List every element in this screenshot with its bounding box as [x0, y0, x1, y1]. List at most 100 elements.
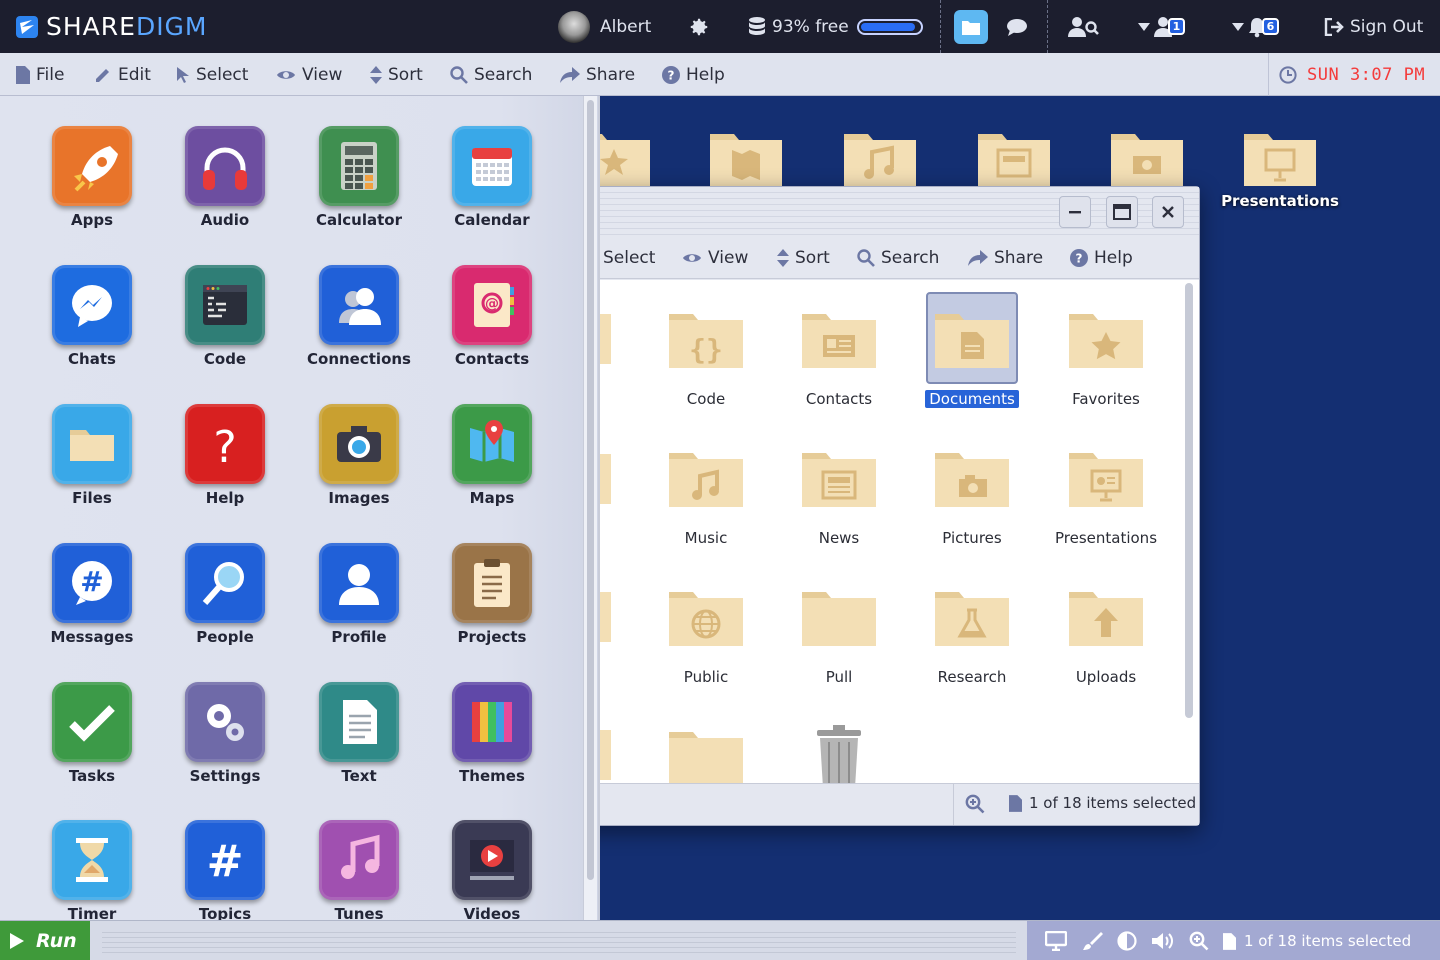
menu-sort[interactable]: Sort	[370, 53, 423, 96]
chat-button[interactable]	[1006, 0, 1028, 53]
app-apps[interactable]: Apps	[25, 126, 159, 229]
app-label: Audio	[200, 211, 250, 229]
menu-search[interactable]: Search	[450, 53, 532, 96]
vertical-scrollbar[interactable]	[1185, 283, 1193, 718]
file-item-presentations[interactable]: Presentations	[1046, 431, 1166, 547]
app-tile	[319, 682, 399, 762]
file-item-code[interactable]: {} Code	[646, 292, 766, 408]
file-browser-window[interactable]: Select View Sort Search Share ? Help {} …	[560, 186, 1200, 826]
app-calendar[interactable]: Calendar	[425, 126, 559, 229]
taskbar-window-area[interactable]	[102, 928, 1016, 954]
desktop-folder-maps[interactable]	[676, 126, 816, 188]
file-item-public[interactable]: Public	[646, 570, 766, 686]
desktop-folder-music[interactable]	[810, 126, 950, 188]
calendar-icon	[472, 148, 512, 186]
file-item-uploads[interactable]: Uploads	[1046, 570, 1166, 686]
maximize-button[interactable]	[1106, 196, 1138, 228]
app-topics[interactable]: # Topics	[158, 820, 292, 920]
run-button[interactable]: Run	[0, 921, 90, 960]
video-play-icon	[470, 840, 514, 880]
app-timer[interactable]: Timer	[25, 820, 159, 920]
file-item-contacts[interactable]: Contacts	[779, 292, 899, 408]
app-maps[interactable]: Maps	[425, 404, 559, 507]
app-tile	[452, 682, 532, 762]
file-item-pull[interactable]: Pull	[779, 570, 899, 686]
minimize-button[interactable]	[1059, 196, 1091, 228]
file-item-research[interactable]: Research	[912, 570, 1032, 686]
volume-icon[interactable]	[1151, 931, 1175, 951]
menu-share[interactable]: Share	[560, 53, 635, 96]
desktop-folder-presentations[interactable]: Presentations	[1210, 126, 1350, 210]
app-videos[interactable]: Videos	[425, 820, 559, 920]
minimize-icon	[1069, 211, 1081, 214]
app-text[interactable]: Text	[292, 682, 426, 785]
window-menu-view[interactable]: View	[682, 237, 748, 279]
sign-out-button[interactable]: Sign Out	[1324, 0, 1423, 53]
close-icon	[1162, 206, 1174, 218]
app-connections[interactable]: Connections	[292, 265, 426, 368]
contrast-icon[interactable]	[1117, 931, 1137, 951]
window-menu-search[interactable]: Search	[857, 237, 939, 279]
close-button[interactable]	[1152, 196, 1184, 228]
window-title-bar[interactable]	[561, 187, 1199, 237]
app-projects[interactable]: Projects	[425, 543, 559, 646]
menu-help[interactable]: ? Help	[662, 53, 725, 96]
camera-icon	[337, 426, 381, 462]
app-tile	[452, 126, 532, 206]
file-item[interactable]	[646, 710, 766, 785]
window-menu-share[interactable]: Share	[968, 237, 1043, 279]
brush-icon[interactable]	[1081, 931, 1103, 951]
app-settings[interactable]: Settings	[158, 682, 292, 785]
zoom-in-icon[interactable]	[1189, 931, 1209, 951]
app-people[interactable]: People	[158, 543, 292, 646]
brand-logo[interactable]: SHAREDIGM	[16, 0, 208, 53]
app-themes[interactable]: Themes	[425, 682, 559, 785]
app-tasks[interactable]: Tasks	[25, 682, 159, 785]
app-tunes[interactable]: Tunes	[292, 820, 426, 920]
menu-view[interactable]: View	[276, 53, 342, 96]
app-messages[interactable]: # Messages	[25, 543, 159, 646]
file-item-favorites[interactable]: Favorites	[1046, 292, 1166, 408]
user-menu[interactable]: Albert	[558, 0, 651, 53]
launcher-scrollbar[interactable]	[583, 96, 597, 920]
menu-select[interactable]: Select	[176, 53, 248, 96]
app-chats[interactable]: Chats	[25, 265, 159, 368]
trash-item[interactable]	[779, 710, 899, 785]
person-icon	[339, 564, 379, 605]
app-help[interactable]: ? Help	[158, 404, 292, 507]
user-search-button[interactable]	[1068, 0, 1100, 53]
settings-button[interactable]	[688, 0, 710, 53]
file-item-news[interactable]: News	[779, 431, 899, 547]
disk-usage[interactable]: 93% free	[748, 0, 923, 53]
desktop-folder-news[interactable]	[944, 126, 1084, 188]
menu-file[interactable]: File	[16, 53, 64, 96]
file-item-music[interactable]: Music	[646, 431, 766, 547]
zoom-in-icon[interactable]	[965, 794, 985, 814]
file-item-documents[interactable]: Documents	[912, 292, 1032, 408]
app-images[interactable]: Images	[292, 404, 426, 507]
contacts-dropdown[interactable]: 1	[1138, 0, 1185, 53]
app-audio[interactable]: Audio	[158, 126, 292, 229]
window-menu-sort[interactable]: Sort	[777, 237, 830, 279]
app-calculator[interactable]: Calculator	[292, 126, 426, 229]
menu-select-label: Select	[196, 64, 249, 85]
desktop-folder-pictures[interactable]	[1077, 126, 1217, 188]
hashtag-icon: #	[207, 836, 244, 887]
menu-edit[interactable]: Edit	[94, 53, 151, 96]
window-menu-help[interactable]: ? Help	[1070, 237, 1133, 279]
document-folder-icon	[935, 314, 1009, 368]
clock[interactable]: SUN 3:07 PM	[1268, 53, 1440, 96]
window-menu-select[interactable]: Select	[603, 237, 655, 279]
files-toggle-button[interactable]	[954, 0, 988, 53]
app-contacts[interactable]: @ Contacts	[425, 265, 559, 368]
notifications-dropdown[interactable]: 6	[1232, 0, 1279, 53]
app-label: Code	[203, 350, 247, 368]
app-code[interactable]: Code	[158, 265, 292, 368]
app-profile[interactable]: Profile	[292, 543, 426, 646]
app-label: Tunes	[334, 905, 384, 920]
app-tile	[52, 404, 132, 484]
file-item-pictures[interactable]: Pictures	[912, 431, 1032, 547]
camera-folder-icon	[935, 453, 1009, 507]
app-files[interactable]: Files	[25, 404, 159, 507]
monitor-icon[interactable]	[1045, 931, 1067, 951]
